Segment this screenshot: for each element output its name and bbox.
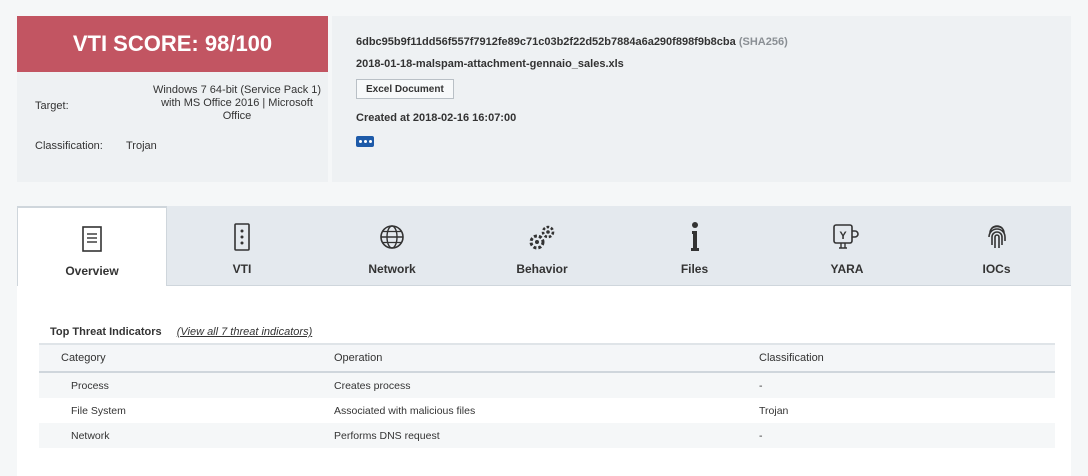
globe-icon	[379, 222, 405, 252]
svg-text:Y: Y	[839, 230, 847, 242]
tab-vti[interactable]: VTI	[167, 206, 317, 286]
column-header-operation: Operation	[334, 352, 383, 364]
dot-icon	[368, 140, 372, 143]
dot-icon	[358, 140, 362, 143]
row-operation: Associated with malicious files	[334, 404, 476, 417]
view-all-indicators-link[interactable]: (View all 7 threat indicators)	[177, 326, 313, 338]
analysis-tabs: Overview VTI Network Behavior Files Y YA…	[17, 206, 1071, 287]
row-category: File System	[71, 404, 126, 417]
threat-indicators-heading: Top Threat Indicators (View all 7 threat…	[50, 326, 312, 338]
vti-score-banner: VTI SCORE: 98/100	[17, 16, 328, 72]
created-timestamp: Created at 2018-02-16 16:07:00	[356, 112, 517, 124]
file-type-badge: Excel Document	[356, 79, 454, 99]
tab-yara[interactable]: Y YARA	[772, 206, 922, 286]
row-operation: Performs DNS request	[334, 429, 440, 442]
column-header-category: Category	[61, 352, 106, 364]
document-icon	[82, 224, 102, 254]
table-header: Category Operation Classification	[39, 345, 1055, 373]
tab-behavior[interactable]: Behavior	[467, 206, 617, 286]
gears-icon	[527, 222, 557, 252]
tab-label: VTI	[232, 262, 252, 276]
tab-label: Network	[368, 262, 416, 276]
tab-iocs[interactable]: IOCs	[922, 206, 1071, 286]
tab-label: Overview	[65, 264, 119, 278]
target-value: Windows 7 64-bit (Service Pack 1) with M…	[152, 84, 322, 122]
tab-files[interactable]: Files	[617, 206, 772, 286]
row-classification: -	[759, 429, 763, 442]
row-classification: -	[759, 379, 763, 392]
fingerprint-icon	[986, 222, 1008, 252]
tab-label: Files	[680, 262, 709, 276]
tab-label: Behavior	[516, 262, 568, 276]
yara-icon: Y	[832, 222, 862, 252]
more-options-button[interactable]	[356, 136, 374, 147]
classification-label: Classification:	[35, 140, 103, 152]
overview-panel: Top Threat Indicators (View all 7 threat…	[17, 286, 1071, 476]
hash-type: (SHA256)	[738, 36, 788, 48]
file-hash: 6dbc95b9f11dd56f557f7912fe89c71c03b2f22d…	[356, 36, 788, 48]
row-operation: Creates process	[334, 379, 411, 392]
file-name: 2018-01-18-malspam-attachment-gennaio_sa…	[356, 58, 624, 70]
target-label: Target:	[35, 100, 69, 112]
column-header-classification: Classification	[759, 352, 824, 364]
dot-icon	[363, 140, 367, 143]
tab-label: YARA	[830, 262, 864, 276]
threat-indicators-table: Category Operation Classification Proces…	[39, 343, 1055, 448]
table-row[interactable]: Process Creates process -	[39, 373, 1055, 398]
score-card: VTI SCORE: 98/100 Target: Windows 7 64-b…	[17, 16, 328, 182]
file-info-card: 6dbc95b9f11dd56f557f7912fe89c71c03b2f22d…	[332, 16, 1071, 182]
tab-label: IOCs	[982, 262, 1011, 276]
server-icon	[234, 222, 250, 252]
table-row[interactable]: File System Associated with malicious fi…	[39, 398, 1055, 423]
row-category: Process	[71, 379, 109, 392]
hash-value: 6dbc95b9f11dd56f557f7912fe89c71c03b2f22d…	[356, 36, 736, 48]
tab-network[interactable]: Network	[317, 206, 467, 286]
row-classification: Trojan	[759, 404, 789, 417]
table-row[interactable]: Network Performs DNS request -	[39, 423, 1055, 448]
classification-value: Trojan	[126, 140, 157, 152]
section-title: Top Threat Indicators	[50, 326, 162, 338]
tab-overview[interactable]: Overview	[17, 206, 167, 287]
row-category: Network	[71, 429, 110, 442]
info-icon	[690, 222, 700, 252]
